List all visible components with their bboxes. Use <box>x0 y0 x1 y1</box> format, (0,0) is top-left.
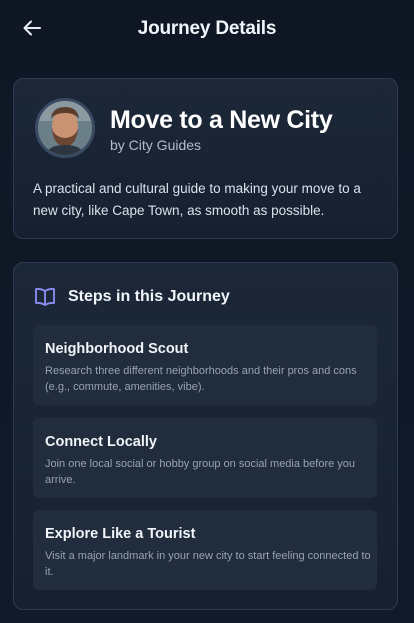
step-description: Research three different neighborhoods a… <box>45 365 357 393</box>
step-description: Visit a major landmark in your new city … <box>45 550 371 578</box>
journey-author: by City Guides <box>110 137 202 153</box>
step-item[interactable]: Neighborhood Scout Research three differ… <box>33 325 377 405</box>
journey-summary-card: Move to a New City by City Guides A prac… <box>13 78 398 239</box>
step-description: Join one local social or hobby group on … <box>45 458 356 486</box>
step-item[interactable]: Connect Locally Join one local social or… <box>33 418 377 498</box>
app-screen: Journey Details Move to a New City by Ci… <box>0 0 414 623</box>
step-item[interactable]: Explore Like a Tourist Visit a major lan… <box>33 510 377 590</box>
page-title: Journey Details <box>137 18 277 39</box>
journey-title: Move to a New City <box>110 106 333 134</box>
step-title: Connect Locally <box>45 434 157 450</box>
author-avatar <box>35 98 95 158</box>
step-title: Neighborhood Scout <box>45 341 189 357</box>
top-bar: Journey Details <box>0 0 414 58</box>
steps-header: Steps in this Journey <box>34 287 230 307</box>
steps-card: Steps in this Journey Neighborhood Scout… <box>13 262 398 610</box>
journey-description: A practical and cultural guide to making… <box>33 181 361 218</box>
book-open-icon <box>34 287 56 307</box>
steps-section-title: Steps in this Journey <box>68 288 230 305</box>
back-button[interactable] <box>20 16 44 40</box>
step-title: Explore Like a Tourist <box>45 526 196 542</box>
arrow-left-icon <box>23 20 41 36</box>
